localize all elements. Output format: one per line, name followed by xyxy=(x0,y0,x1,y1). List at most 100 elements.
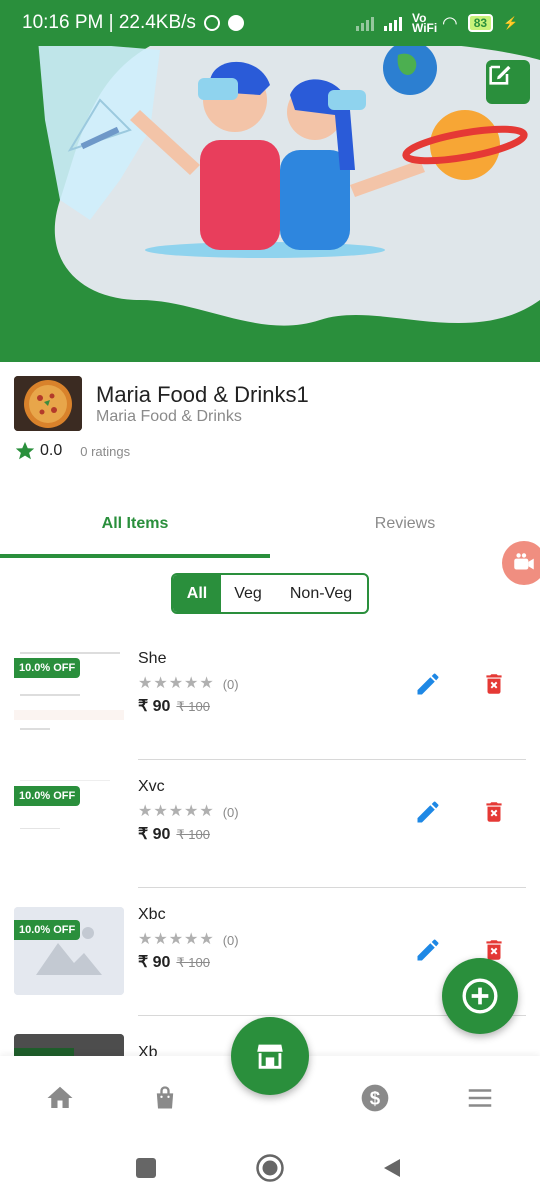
store-icon xyxy=(257,1044,283,1069)
star-icon: ★ xyxy=(153,803,168,820)
shopping-bag-icon xyxy=(156,1086,174,1109)
discount-badge: 10.0% OFF xyxy=(14,786,81,806)
home-system-button[interactable] xyxy=(252,1150,288,1186)
item-name: She xyxy=(138,650,167,667)
edit-item-button[interactable] xyxy=(412,934,444,966)
star-icon: ★ xyxy=(138,675,153,692)
circle-home-icon xyxy=(256,1154,284,1182)
star-icon: ★ xyxy=(199,803,214,820)
item-stars: ★ ★ ★ ★ ★ (0) xyxy=(138,804,239,820)
item-stars: ★ ★ ★ ★ ★ (0) xyxy=(138,932,239,948)
discount-badge: 10.0% OFF xyxy=(14,658,81,678)
star-icon: ★ xyxy=(184,675,199,692)
pencil-icon xyxy=(417,939,439,961)
item-price: ₹ 90 xyxy=(138,954,171,971)
edit-cover-button[interactable] xyxy=(486,60,530,104)
star-icon: ★ xyxy=(138,931,153,948)
discount-badge: 10.0% OFF xyxy=(14,920,81,940)
filter-non-veg[interactable]: Non-Veg xyxy=(275,575,367,612)
star-icon: ★ xyxy=(153,675,168,692)
status-bar: 10:16 PM | 22.4KB/s Vo WiFi ◠ 83 ⚡ xyxy=(0,0,540,46)
pencil-icon xyxy=(417,673,439,695)
network-label: Vo WiFi xyxy=(411,11,438,35)
star-icon: ★ xyxy=(184,803,199,820)
status-time-speed: 10:16 PM | 22.4KB/s xyxy=(22,12,196,33)
rating-count: 0 ratings xyxy=(80,443,131,459)
video-camera-icon xyxy=(514,553,534,570)
star-icon: ★ xyxy=(199,675,214,692)
item-divider xyxy=(138,759,526,760)
item-old-price: ₹ 100 xyxy=(176,827,210,842)
trash-icon xyxy=(486,802,502,822)
menu-icon xyxy=(468,1089,492,1107)
store-rating[interactable]: 0.0 0 ratings xyxy=(14,440,130,462)
dollar-circle-icon: $ xyxy=(361,1084,389,1112)
nav-orders[interactable] xyxy=(145,1078,185,1118)
home-icon xyxy=(47,1086,73,1108)
list-item[interactable]: 10.0% OFF Xvc ★ ★ ★ ★ ★ (0) ₹ 90 ₹ 100 xyxy=(14,772,526,900)
star-icon: ★ xyxy=(199,931,214,948)
star-icon: ★ xyxy=(168,675,184,692)
star-icon: ★ xyxy=(153,931,168,948)
edit-item-button[interactable] xyxy=(412,668,444,700)
trash-icon xyxy=(486,674,502,694)
item-name: Xvc xyxy=(138,778,165,795)
delete-item-button[interactable] xyxy=(478,796,510,828)
star-icon: ★ xyxy=(138,803,153,820)
tab-indicator xyxy=(0,554,270,558)
tab-bar: All Items Reviews xyxy=(0,496,540,558)
filter-veg[interactable]: Veg xyxy=(221,575,275,612)
edit-square-icon xyxy=(489,65,511,85)
pencil-icon xyxy=(417,801,439,823)
item-price: ₹ 90 xyxy=(138,826,171,843)
veg-filter: All Veg Non-Veg xyxy=(171,573,369,614)
store-cover-banner xyxy=(0,0,540,362)
star-icon: ★ xyxy=(184,931,199,948)
item-old-price: ₹ 100 xyxy=(176,699,210,714)
tab-all-items[interactable]: All Items xyxy=(0,496,270,552)
nav-home[interactable] xyxy=(40,1078,80,1118)
charging-icon: ⚡ xyxy=(503,16,518,30)
star-icon: ★ xyxy=(168,803,184,820)
review-count: (0) xyxy=(222,804,239,820)
signal-2-icon xyxy=(383,15,402,31)
nav-menu[interactable] xyxy=(460,1078,500,1118)
star-icon xyxy=(15,441,35,460)
video-camera-button[interactable] xyxy=(502,541,540,585)
review-count: (0) xyxy=(222,932,239,948)
store-logo[interactable] xyxy=(14,376,82,431)
item-stars: ★ ★ ★ ★ ★ (0) xyxy=(138,676,239,692)
rating-value: 0.0 xyxy=(40,442,63,459)
nav-earnings[interactable]: $ xyxy=(355,1078,395,1118)
wifi-icon: ◠ xyxy=(441,12,458,33)
filter-all[interactable]: All xyxy=(173,575,221,612)
cover-illustration xyxy=(38,38,540,326)
review-count: (0) xyxy=(222,676,239,692)
price-row: ₹ 90 ₹ 100 xyxy=(138,696,210,716)
pizza-image xyxy=(14,376,82,431)
item-old-price: ₹ 100 xyxy=(176,955,210,970)
price-row: ₹ 90 ₹ 100 xyxy=(138,824,210,844)
screen: 10:16 PM | 22.4KB/s Vo WiFi ◠ 83 ⚡ Maria… xyxy=(0,0,540,1200)
plus-circle-icon xyxy=(462,978,498,1014)
system-navigation-bar xyxy=(0,1136,540,1200)
item-name: Xbc xyxy=(138,906,166,923)
store-name: Maria Food & Drinks1 xyxy=(96,382,309,407)
star-icon: ★ xyxy=(168,931,184,948)
list-item[interactable]: 10.0% OFF She ★ ★ ★ ★ ★ (0) ₹ 90 ₹ 100 xyxy=(14,644,526,772)
store-button[interactable] xyxy=(231,1017,309,1095)
signal-1-icon xyxy=(355,15,374,31)
tab-reviews[interactable]: Reviews xyxy=(270,496,540,552)
recent-apps-button[interactable] xyxy=(128,1150,164,1186)
back-triangle-icon xyxy=(384,1159,400,1177)
delete-item-button[interactable] xyxy=(478,668,510,700)
store-info: Maria Food & Drinks1 Maria Food & Drinks… xyxy=(14,376,526,466)
store-subtitle: Maria Food & Drinks xyxy=(96,408,242,425)
square-icon xyxy=(136,1158,156,1178)
edit-item-button[interactable] xyxy=(412,796,444,828)
price-row: ₹ 90 ₹ 100 xyxy=(138,952,210,972)
add-item-button[interactable] xyxy=(442,958,518,1034)
back-button[interactable] xyxy=(374,1150,410,1186)
battery-level: 83 xyxy=(467,14,494,32)
item-divider xyxy=(138,887,526,888)
